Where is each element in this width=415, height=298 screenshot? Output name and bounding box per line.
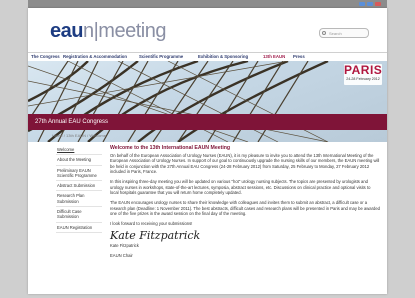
sidebar-item-about[interactable]: About the Meeting	[56, 155, 102, 166]
nav-item-congress[interactable]: The Congress	[31, 53, 60, 61]
handwritten-signature: Kate Fitzpatrick	[110, 229, 201, 243]
sidebar-item-research-plan[interactable]: Research Plan Submission	[56, 191, 102, 208]
close-icon[interactable]	[375, 2, 381, 6]
sidebar-item-programme[interactable]: Preliminary EAUN Scientific Programme	[56, 166, 102, 182]
nav-item-13th-eaun[interactable]: 13th EAUN	[263, 53, 285, 61]
site-logo[interactable]: eaun|meeting	[50, 20, 166, 43]
nav-item-registration[interactable]: Registration & Accommodation	[63, 53, 127, 61]
main-content: Welcome to the 13th International EAUN M…	[110, 145, 380, 258]
logo-primary: eau	[50, 20, 83, 42]
signer-title: EAUN Chair	[110, 252, 133, 258]
signer-name: Kate Fitzpatrick	[110, 243, 139, 249]
window-control-icon[interactable]	[367, 2, 373, 6]
search-icon	[322, 31, 326, 35]
sidebar-nav: Welcome About the Meeting Preliminary EA…	[56, 145, 102, 233]
paris-wordmark: PARIS	[344, 63, 383, 77]
window-control-icon[interactable]	[359, 2, 365, 6]
hero-title-bar: 27th Annual EAU Congress	[28, 114, 387, 130]
logo-secondary: n|meeting	[82, 20, 166, 42]
nav-item-exhibition[interactable]: Exhibition & Sponsoring	[198, 53, 248, 61]
page-container: eaun|meeting Search The Congress Registr…	[28, 8, 387, 294]
breadcrumb[interactable]: Home / 13th EAUN / Welcome	[52, 133, 106, 138]
content-paragraph: The EAUN encourages urology nurses to sh…	[110, 200, 381, 217]
search-input[interactable]: Search	[319, 28, 369, 38]
browser-top-strip	[28, 0, 387, 8]
sidebar-item-welcome[interactable]: Welcome	[56, 145, 102, 156]
site-header: eaun|meeting Search	[28, 8, 387, 48]
search-placeholder: Search	[329, 31, 342, 36]
sidebar-item-abstract[interactable]: Abstract Submission	[56, 181, 102, 192]
event-dates: 24-28 February 2012	[346, 77, 380, 81]
sidebar-item-difficult-case[interactable]: Difficult Case Submission	[56, 207, 102, 223]
content-paragraph: On behalf of the European Association of…	[110, 153, 380, 175]
sidebar-item-registration[interactable]: EAUN Registration	[56, 223, 102, 233]
content-title: Welcome to the 13th International EAUN M…	[110, 145, 231, 151]
closing-line: I look forward to receiving your submiss…	[110, 221, 193, 227]
nav-item-scientific-programme[interactable]: Scientific Programme	[139, 53, 183, 61]
nav-item-press[interactable]: Press	[293, 53, 305, 61]
paris-event-logo[interactable]: PARIS 24-28 February 2012	[344, 64, 382, 85]
content-paragraph: In this inspiring three-day meeting you …	[110, 179, 371, 196]
